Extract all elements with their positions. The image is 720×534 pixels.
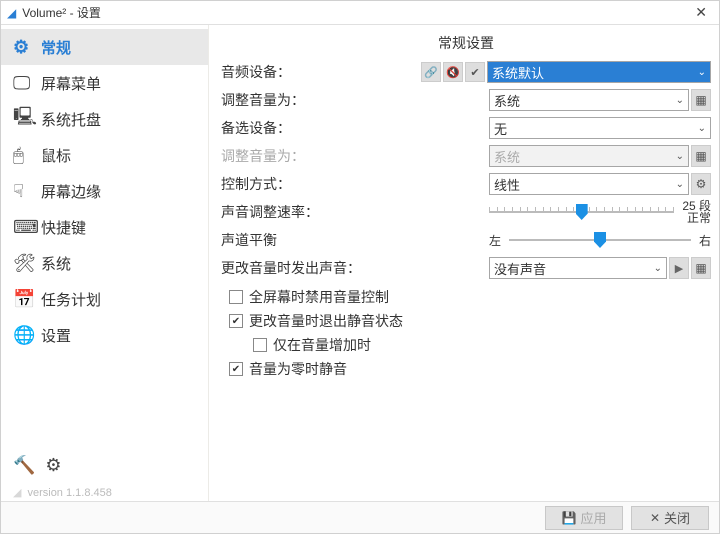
sidebar-item-label: 快捷键	[41, 217, 86, 238]
chevron-down-icon: ⌄	[654, 263, 662, 274]
folder-icon: ▦	[691, 145, 711, 167]
gear-icon[interactable]: ⚙	[691, 173, 711, 195]
sidebar-item-edges[interactable]: ☟ 屏幕边缘	[1, 173, 208, 209]
sidebar: ⚙ 常规 🖵 屏幕菜单 🖳 系统托盘 🖱 鼠标 ☟ 屏幕边缘 ⌨ 快捷键	[1, 25, 209, 501]
balance-slider[interactable]	[509, 229, 691, 251]
sidebar-item-hotkeys[interactable]: ⌨ 快捷键	[1, 209, 208, 245]
sidebar-item-label: 鼠标	[41, 145, 71, 166]
sidebar-item-label: 任务计划	[41, 289, 101, 310]
label-speed: 声音调整速率：	[221, 202, 421, 222]
sidebar-item-label: 系统	[41, 253, 71, 274]
checkbox-disable-fullscreen[interactable]: 全屏幕时禁用音量控制	[229, 285, 711, 309]
main-panel: 常规设置 音频设备： 🔗 🔇 ✔ 系统默认 ⌄ 调整音量为： 系统 ⌄	[209, 25, 719, 501]
close-icon: ✕	[650, 511, 660, 525]
sidebar-item-label: 屏幕边缘	[41, 181, 101, 202]
monitor-icon: 🖵	[13, 73, 41, 94]
page-title: 常规设置	[221, 33, 711, 53]
hand-icon: ☟	[13, 181, 41, 202]
speed-slider[interactable]	[489, 201, 674, 223]
globe-icon: 🌐	[13, 325, 41, 346]
label-sound-on-change: 更改音量时发出声音：	[221, 258, 421, 278]
checkbox-only-on-increase[interactable]: 仅在音量增加时	[253, 333, 711, 357]
sidebar-item-tray[interactable]: 🖳 系统托盘	[1, 101, 208, 137]
checkbox-icon	[253, 338, 267, 352]
sidebar-item-label: 屏幕菜单	[41, 73, 101, 94]
alternate-device-select[interactable]: 无 ⌄	[489, 117, 711, 139]
apply-button[interactable]: 💾 应用	[545, 506, 623, 530]
window-title: Volume² - 设置	[22, 4, 689, 21]
check-icon[interactable]: ✔	[465, 62, 485, 82]
close-icon[interactable]: ✕	[689, 4, 713, 21]
sidebar-item-mouse[interactable]: 🖱 鼠标	[1, 137, 208, 173]
balance-right-label: 右	[699, 232, 711, 249]
mute-icon[interactable]: 🔇	[443, 62, 463, 82]
folder-icon[interactable]: ▦	[691, 89, 711, 111]
sidebar-item-label: 设置	[41, 325, 71, 346]
sidebar-item-schedule[interactable]: 📅 任务计划	[1, 281, 208, 317]
checkbox-checked-icon: ✔	[229, 314, 243, 328]
calendar-icon: 📅	[13, 289, 41, 310]
chevron-down-icon: ⌄	[676, 95, 684, 106]
tools-icon: 🛠	[13, 253, 41, 274]
adjust-volume-select-2: 系统 ⌄	[489, 145, 689, 167]
checkbox-icon	[229, 290, 243, 304]
sidebar-item-general[interactable]: ⚙ 常规	[1, 29, 208, 65]
adjust-volume-select[interactable]: 系统 ⌄	[489, 89, 689, 111]
sound-on-change-select[interactable]: 没有声音 ⌄	[489, 257, 667, 279]
chevron-down-icon: ⌄	[676, 179, 684, 190]
keyboard-icon: ⌨	[13, 217, 41, 238]
link-icon[interactable]: 🔗	[421, 62, 441, 82]
control-method-select[interactable]: 线性 ⌄	[489, 173, 689, 195]
speed-caption: 正常	[687, 212, 711, 224]
close-button[interactable]: ✕ 关闭	[631, 506, 709, 530]
sidebar-item-label: 常规	[41, 37, 71, 58]
label-adjust-volume-2: 调整音量为：	[221, 146, 421, 166]
label-alternate-device: 备选设备：	[221, 118, 421, 138]
version-text: version 1.1.8.458	[27, 487, 111, 499]
titlebar: ◢ Volume² - 设置 ✕	[1, 1, 719, 25]
sidebar-item-language[interactable]: 🌐 设置	[1, 317, 208, 353]
label-audio-device: 音频设备：	[221, 62, 421, 82]
label-balance: 声道平衡	[221, 230, 421, 250]
mouse-icon: 🖱	[13, 145, 41, 166]
hammer-icon[interactable]: 🔨	[13, 455, 35, 476]
gear-icon: ⚙	[13, 37, 41, 58]
label-adjust-volume: 调整音量为：	[221, 90, 421, 110]
app-logo-small-icon: ◢	[13, 486, 21, 499]
chevron-down-icon: ⌄	[698, 123, 706, 134]
label-control-method: 控制方式：	[221, 174, 421, 194]
play-icon[interactable]: ▶	[669, 257, 689, 279]
footer: 💾 应用 ✕ 关闭	[1, 501, 719, 533]
sidebar-item-label: 系统托盘	[41, 109, 101, 130]
folder-icon[interactable]: ▦	[691, 257, 711, 279]
sidebar-item-system[interactable]: 🛠 系统	[1, 245, 208, 281]
checkbox-exit-mute-on-change[interactable]: ✔ 更改音量时退出静音状态	[229, 309, 711, 333]
checkbox-checked-icon: ✔	[229, 362, 243, 376]
app-logo-icon: ◢	[7, 6, 16, 20]
audio-device-select[interactable]: 系统默认 ⌄	[487, 61, 711, 83]
sidebar-item-osd[interactable]: 🖵 屏幕菜单	[1, 65, 208, 101]
chevron-down-icon: ⌄	[698, 67, 706, 78]
checkbox-mute-on-zero[interactable]: ✔ 音量为零时静音	[229, 357, 711, 381]
balance-left-label: 左	[489, 232, 501, 249]
tray-icon: 🖳	[13, 104, 41, 134]
chevron-down-icon: ⌄	[676, 151, 684, 162]
gear-plus-icon[interactable]: ⚙	[45, 455, 61, 476]
save-icon: 💾	[562, 511, 577, 525]
